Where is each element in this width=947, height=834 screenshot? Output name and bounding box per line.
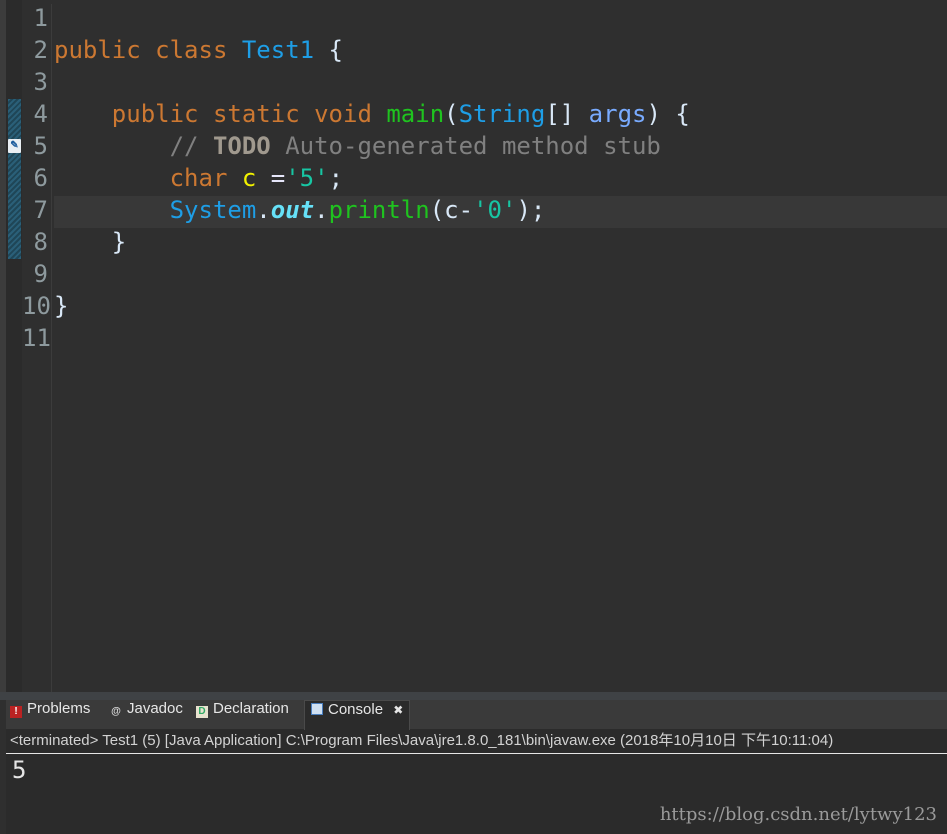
tab-javadoc[interactable]: @ Javadoc	[110, 700, 183, 729]
code-text: }	[54, 292, 69, 320]
operator: =	[256, 164, 286, 192]
code-text: ) {	[646, 100, 690, 128]
code-line-4[interactable]: public static void main(String[] args) {	[54, 100, 947, 132]
console-status: <terminated> Test1 (5) [Java Application…	[6, 729, 947, 754]
line-number: 2	[33, 36, 48, 64]
keyword: public	[54, 36, 141, 64]
bottom-panel: ! Problems @ Javadoc D Declaration Console …	[6, 700, 947, 834]
line-number: 8	[33, 228, 48, 256]
todo-tag: TODO	[212, 132, 271, 160]
tab-problems[interactable]: ! Problems	[10, 700, 90, 729]
line-number: 6	[33, 164, 48, 192]
code-line-10[interactable]: }	[54, 292, 947, 324]
code-line-2[interactable]: public class Test1 {	[54, 36, 947, 68]
variable-name: c	[241, 164, 257, 192]
console-output[interactable]: 5	[12, 756, 26, 784]
code-text: );	[516, 196, 546, 224]
code-line-9[interactable]	[54, 260, 947, 292]
tab-label: Declaration	[213, 700, 289, 717]
code-text: []	[545, 100, 589, 128]
code-text: }	[111, 228, 127, 256]
line-number: 9	[33, 260, 48, 288]
comment: //	[169, 132, 213, 160]
keyword: class	[155, 36, 228, 64]
watermark: https://blog.csdn.net/lytwy123	[659, 804, 937, 825]
task-marker-icon[interactable]: ✎	[8, 139, 21, 153]
tab-declaration[interactable]: D Declaration	[196, 700, 289, 729]
char-literal: '0'	[473, 196, 517, 224]
code-line-6[interactable]: char c ='5';	[54, 164, 947, 196]
tab-console[interactable]: Console ✖	[304, 700, 411, 730]
code-text: (c-	[429, 196, 474, 224]
code-editor[interactable]: ✎ 1 2 3 4 5 6 7 8 9 10 11 public class T…	[0, 0, 947, 692]
parameter-name: args	[588, 100, 647, 128]
method-name: main	[386, 100, 445, 128]
panel-splitter[interactable]	[0, 692, 947, 700]
code-text: ;	[328, 164, 344, 192]
close-icon[interactable]: ✖	[393, 703, 403, 717]
keyword: static	[212, 100, 300, 128]
method-name: println	[328, 196, 430, 224]
keyword: public	[111, 100, 199, 128]
javadoc-icon: @	[111, 706, 121, 717]
code-text: {	[314, 36, 344, 64]
panel-tab-bar: ! Problems @ Javadoc D Declaration Console …	[6, 700, 947, 730]
keyword: void	[314, 100, 372, 128]
static-field: out	[270, 196, 315, 224]
code-area[interactable]: public class Test1 { public static void …	[54, 4, 947, 356]
problems-icon: !	[10, 706, 22, 718]
tab-label: Problems	[27, 700, 91, 717]
line-number: 11	[22, 324, 51, 352]
console-icon	[311, 703, 323, 715]
tab-label: Javadoc	[127, 700, 183, 717]
class-name: System	[169, 196, 257, 224]
code-line-11[interactable]	[54, 324, 947, 356]
line-number: 10	[22, 292, 51, 320]
code-line-7[interactable]: System.out.println(c-'0');	[54, 196, 947, 228]
line-number: 7	[33, 196, 48, 224]
quick-diff-marker[interactable]	[8, 99, 21, 259]
code-text: .	[314, 196, 329, 224]
code-line-3[interactable]	[54, 68, 947, 100]
line-number: 1	[33, 4, 48, 32]
code-text: .	[256, 196, 271, 224]
line-number: 4	[33, 100, 48, 128]
code-line-5[interactable]: // TODO Auto-generated method stub	[54, 132, 947, 164]
type-name: String	[458, 100, 546, 128]
code-text: (	[444, 100, 459, 128]
line-number-gutter[interactable]: 1 2 3 4 5 6 7 8 9 10 11	[22, 4, 52, 692]
declaration-icon: D	[196, 706, 208, 718]
char-literal: '5'	[285, 164, 329, 192]
keyword: char	[169, 164, 228, 192]
code-line-1[interactable]	[54, 4, 947, 36]
tab-label: Console	[328, 701, 384, 718]
line-number: 5	[33, 132, 48, 160]
class-name: Test1	[241, 36, 315, 64]
comment: Auto-generated method stub	[270, 132, 661, 160]
code-line-8[interactable]: }	[54, 228, 947, 260]
line-number: 3	[33, 68, 48, 96]
